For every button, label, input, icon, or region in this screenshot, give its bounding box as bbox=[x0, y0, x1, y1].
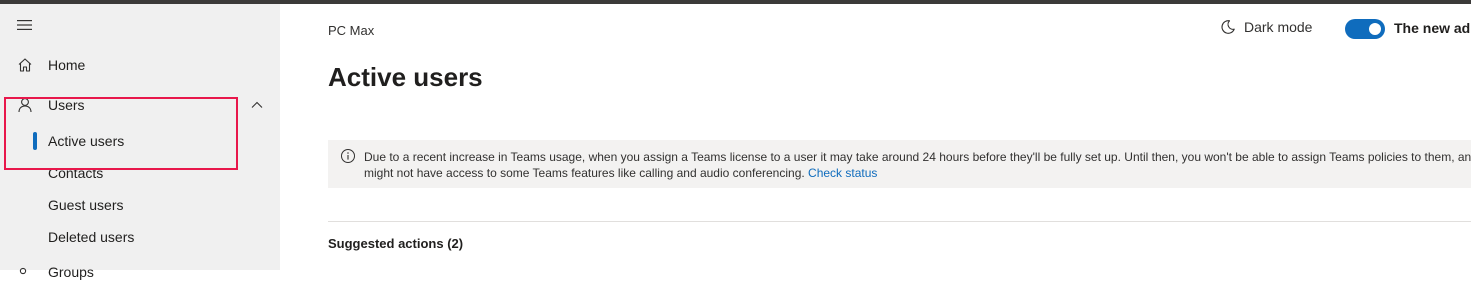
dark-mode-label: Dark mode bbox=[1244, 19, 1313, 35]
nav-item-home[interactable]: Home bbox=[0, 47, 280, 83]
info-banner: Due to a recent increase in Teams usage,… bbox=[328, 140, 1471, 188]
toggle-knob bbox=[1369, 23, 1381, 35]
banner-message-line-1: Due to a recent increase in Teams usage,… bbox=[364, 150, 1471, 164]
section-divider bbox=[328, 221, 1471, 222]
dark-mode-button[interactable]: Dark mode bbox=[1220, 19, 1312, 35]
moon-icon bbox=[1221, 20, 1235, 34]
check-status-link[interactable]: Check status bbox=[808, 166, 877, 180]
nav-item-home-label: Home bbox=[48, 57, 86, 73]
nav-item-groups[interactable]: Groups bbox=[0, 254, 280, 290]
home-icon bbox=[16, 56, 34, 74]
sidebar-item-guest-users-label: Guest users bbox=[48, 197, 124, 213]
suggested-actions-heading[interactable]: Suggested actions (2) bbox=[328, 236, 463, 251]
groups-icon bbox=[16, 263, 34, 281]
sidebar-item-guest-users[interactable]: Guest users bbox=[0, 190, 280, 220]
main-content: PC Max Dark mode The new admin center Ac… bbox=[280, 4, 1471, 270]
hamburger-icon[interactable] bbox=[16, 18, 34, 32]
banner-message-line-2: might not have access to some Teams feat… bbox=[364, 165, 1471, 181]
info-icon bbox=[340, 148, 356, 169]
new-admin-center-toggle[interactable] bbox=[1345, 19, 1385, 39]
left-navigation: Home Users Active users Contacts Guest u… bbox=[0, 4, 280, 280]
new-admin-center-label: The new admin center bbox=[1394, 20, 1471, 36]
banner-message: Due to a recent increase in Teams usage,… bbox=[364, 149, 1471, 181]
banner-message-line-2-text: might not have access to some Teams feat… bbox=[364, 166, 805, 180]
nav-item-groups-label: Groups bbox=[48, 264, 94, 280]
chevron-up-icon[interactable] bbox=[250, 98, 264, 112]
sidebar-item-deleted-users-label: Deleted users bbox=[48, 229, 135, 245]
sidebar-item-deleted-users[interactable]: Deleted users bbox=[0, 222, 280, 252]
org-name: PC Max bbox=[328, 23, 375, 38]
highlight-annotation-box bbox=[4, 97, 238, 170]
page-title: Active users bbox=[328, 62, 483, 92]
